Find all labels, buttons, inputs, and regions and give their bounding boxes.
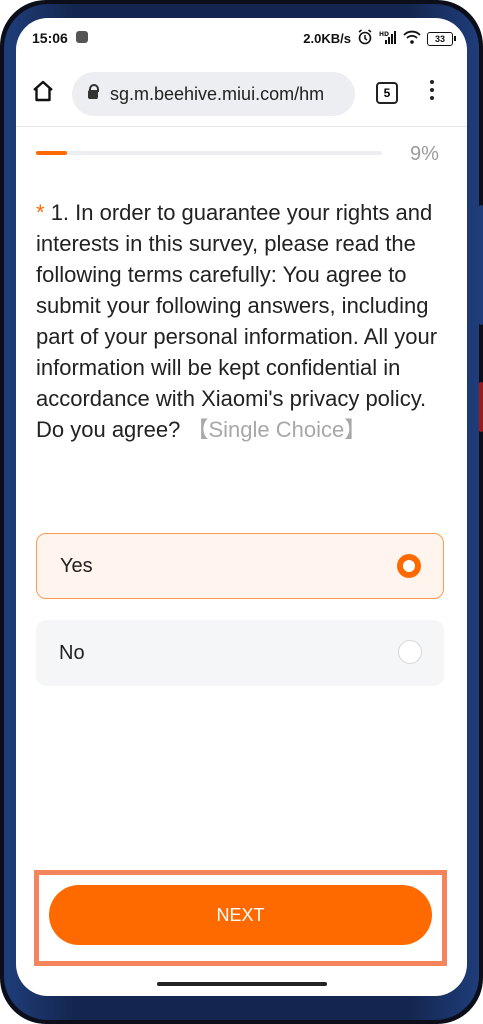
option-label: No: [59, 641, 85, 664]
required-mark: *: [36, 200, 45, 225]
power-button: [479, 382, 483, 432]
status-bar: 15:06 2.0KB/s HD 33: [16, 18, 467, 58]
address-bar[interactable]: sg.m.beehive.miui.com/hm: [72, 72, 355, 116]
home-icon[interactable]: [30, 78, 56, 104]
browser-toolbar: sg.m.beehive.miui.com/hm 5: [16, 66, 467, 122]
lock-icon: [88, 83, 99, 99]
svg-text:HD: HD: [379, 31, 389, 38]
question-text: * 1. In order to guarantee your rights a…: [36, 197, 451, 445]
alarm-icon: [357, 29, 373, 48]
status-right: 2.0KB/s HD 33: [303, 29, 456, 48]
screen: 15:06 2.0KB/s HD 33 sg.m.beehive.miui.co…: [16, 18, 467, 996]
signal-icon: HD: [379, 30, 397, 47]
progress-bar: [36, 151, 382, 155]
next-button[interactable]: NEXT: [49, 885, 432, 945]
option-no[interactable]: No: [36, 620, 444, 686]
volume-button: [479, 205, 483, 325]
next-highlight: NEXT: [34, 870, 447, 966]
toolbar-divider: [16, 126, 467, 127]
menu-icon[interactable]: [430, 80, 434, 104]
radio-selected-icon[interactable]: [397, 554, 421, 578]
status-time: 15:06: [32, 30, 68, 46]
wifi-icon: [403, 30, 421, 47]
tab-count-button[interactable]: 5: [376, 82, 398, 104]
battery-icon: 33: [427, 31, 456, 46]
question-type: 【Single Choice】: [186, 417, 367, 442]
option-yes[interactable]: Yes: [36, 533, 444, 599]
network-speed: 2.0KB/s: [303, 31, 351, 46]
question-body: 1. In order to guarantee your rights and…: [36, 200, 438, 442]
home-indicator[interactable]: [157, 982, 327, 986]
app-notification-icon: [76, 31, 88, 43]
progress-text: 9%: [410, 143, 439, 165]
progress-fill: [36, 151, 68, 155]
radio-unselected-icon[interactable]: [398, 640, 422, 664]
url-text: sg.m.beehive.miui.com/hm: [110, 83, 325, 104]
option-label: Yes: [60, 554, 93, 577]
